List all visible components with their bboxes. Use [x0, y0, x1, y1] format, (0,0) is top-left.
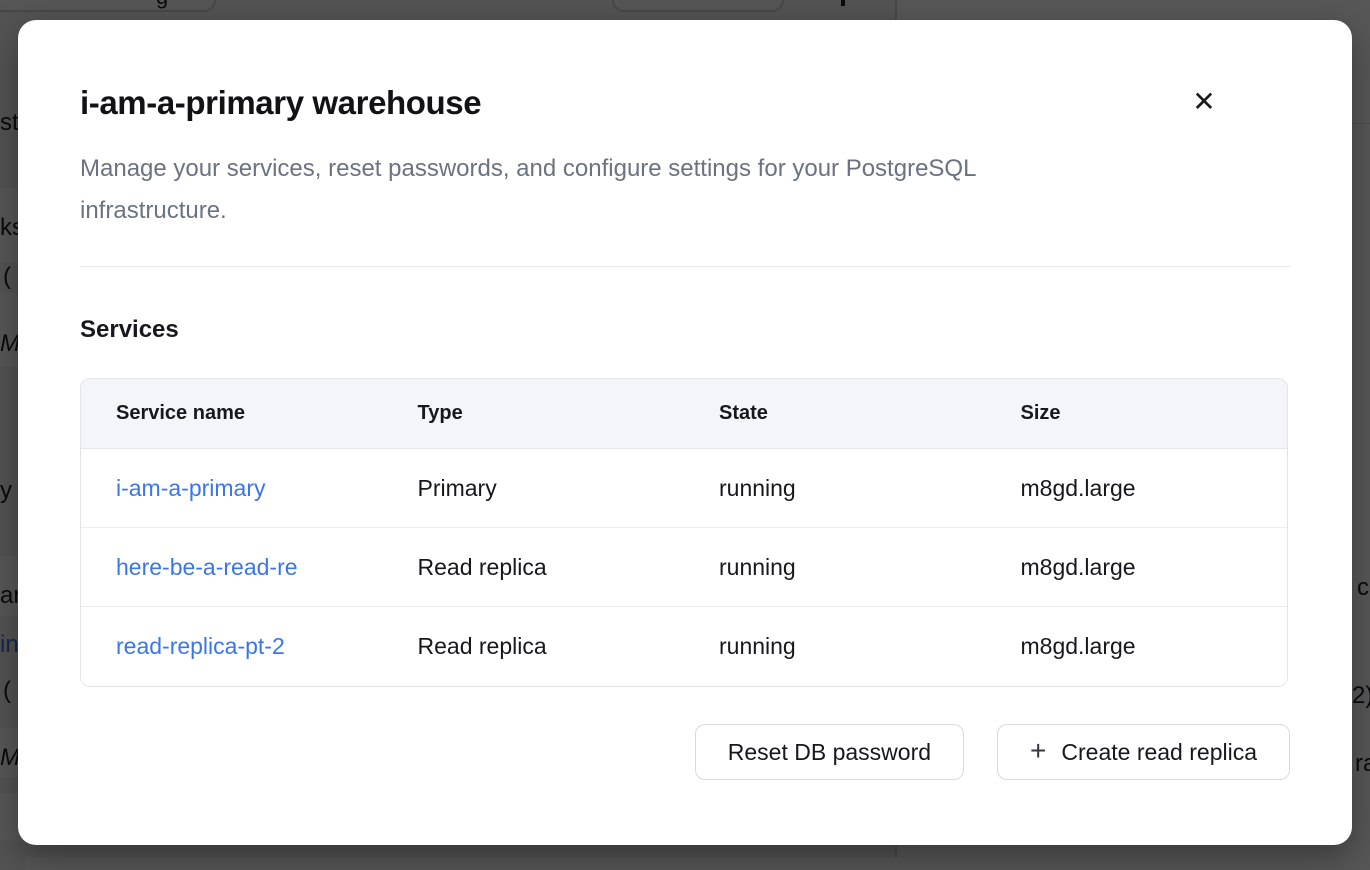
column-header-size: Size [986, 402, 1288, 425]
reset-db-password-button[interactable]: Reset DB password [695, 724, 964, 780]
service-type-cell: Read replica [383, 633, 685, 660]
service-name-link[interactable]: here-be-a-read-re [116, 554, 298, 580]
table-row: i-am-a-primary Primary running m8gd.larg… [81, 449, 1287, 528]
modal-actions: Reset DB password + Create read replica [80, 724, 1290, 780]
service-size-cell: m8gd.large [986, 475, 1288, 502]
service-type-cell: Primary [383, 475, 685, 502]
close-icon[interactable]: ✕ [1184, 82, 1224, 122]
service-name-link[interactable]: i-am-a-primary [116, 475, 266, 501]
table-row: here-be-a-read-re Read replica running m… [81, 528, 1287, 607]
service-name-link[interactable]: read-replica-pt-2 [116, 633, 285, 659]
modal-description-line: infrastructure. [80, 190, 1290, 232]
service-state-cell: running [684, 554, 986, 581]
services-table: Service name Type State Size i-am-a-prim… [80, 378, 1288, 687]
service-type-cell: Read replica [383, 554, 685, 581]
column-header-state: State [684, 402, 986, 425]
column-header-service-name: Service name [81, 402, 383, 425]
services-heading: Services [80, 316, 1290, 344]
service-state-cell: running [684, 475, 986, 502]
service-size-cell: m8gd.large [986, 633, 1288, 660]
create-read-replica-button[interactable]: + Create read replica [997, 724, 1290, 780]
table-header-row: Service name Type State Size [81, 379, 1287, 449]
modal-description-line: Manage your services, reset passwords, a… [80, 148, 1290, 190]
modal-description: Manage your services, reset passwords, a… [80, 148, 1290, 232]
create-read-replica-label: Create read replica [1061, 739, 1257, 766]
column-header-type: Type [383, 402, 685, 425]
table-row: read-replica-pt-2 Read replica running m… [81, 607, 1287, 686]
warehouse-modal: i-am-a-primary warehouse ✕ Manage your s… [18, 20, 1352, 845]
service-size-cell: m8gd.large [986, 554, 1288, 581]
section-divider [80, 266, 1290, 267]
modal-title: i-am-a-primary warehouse [80, 84, 1290, 122]
service-state-cell: running [684, 633, 986, 660]
reset-db-password-label: Reset DB password [728, 739, 931, 766]
modal-header: i-am-a-primary warehouse ✕ [80, 84, 1290, 122]
plus-icon: + [1030, 737, 1046, 765]
